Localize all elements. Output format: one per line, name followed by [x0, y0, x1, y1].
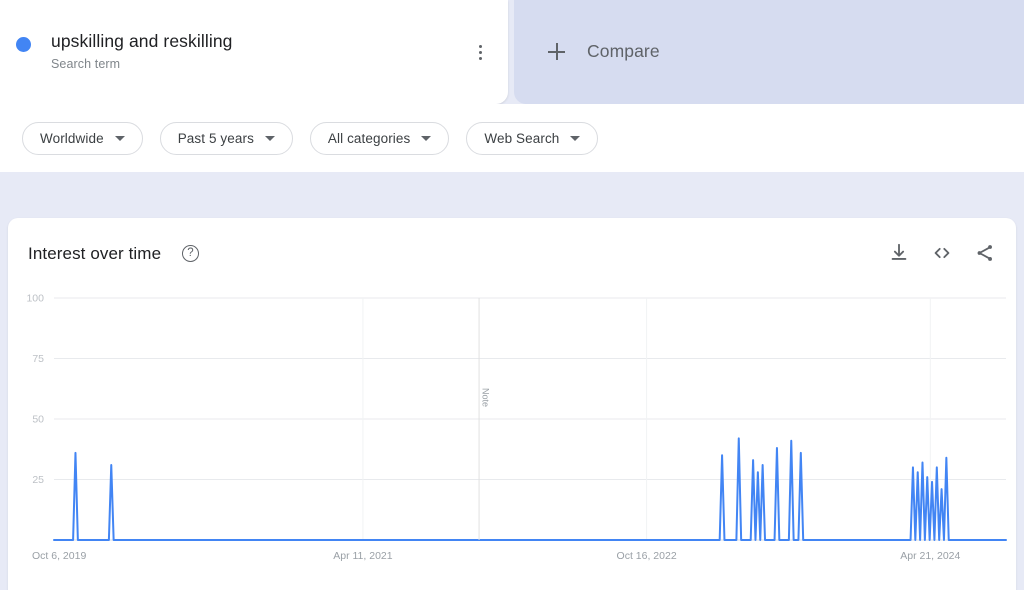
chevron-down-icon	[570, 135, 581, 141]
search-term-card[interactable]: upskilling and reskilling Search term	[0, 0, 508, 104]
chevron-down-icon	[264, 135, 275, 141]
filter-chip-region-label: Worldwide	[40, 130, 104, 146]
help-circle-icon[interactable]: ?	[182, 245, 199, 262]
filter-chip-time-range-label: Past 5 years	[177, 130, 254, 146]
x-axis-tick-label: Oct 6, 2019	[32, 550, 86, 562]
more-vert-icon[interactable]	[470, 40, 490, 64]
search-term-card-inner: upskilling and reskilling Search term	[0, 0, 508, 104]
filter-chip-search-type-label: Web Search	[484, 130, 560, 146]
filter-bar: Worldwide Past 5 years All categories We…	[0, 104, 1024, 172]
filter-chip-search-type[interactable]: Web Search	[466, 121, 599, 155]
filter-chip-region[interactable]: Worldwide	[22, 121, 143, 155]
note-annotation-label[interactable]: Note	[481, 388, 491, 407]
interest-over-time-chart[interactable]: 25 50 75 100 Oct 6, 2019 Apr 11, 2021 Oct 16, …	[8, 292, 1016, 590]
share-icon[interactable]	[974, 242, 996, 264]
chart-toolbar	[888, 242, 996, 264]
y-axis-tick-label: 50	[32, 414, 44, 426]
x-axis-tick-label: Apr 21, 2024	[900, 550, 960, 562]
query-row: upskilling and reskilling Search term Co…	[0, 0, 1024, 104]
compare-button-inner: Compare	[548, 41, 660, 62]
interest-over-time-card: Interest over time ? 25 50 75 100 Oct 6,…	[8, 218, 1016, 590]
search-term-label: upskilling and reskilling	[51, 31, 233, 51]
chart-svg: 25 50 75 100 Oct 6, 2019 Apr 11, 2021 Oct 16, …	[26, 293, 1007, 562]
compare-button[interactable]: Compare	[514, 0, 1024, 104]
download-icon[interactable]	[888, 242, 910, 264]
filter-chip-category-label: All categories	[327, 130, 411, 146]
series-color-dot	[16, 37, 31, 52]
y-axis-tick-label: 75	[32, 353, 44, 365]
y-axis-tick-label: 25	[32, 474, 44, 486]
series-line	[53, 437, 1007, 541]
chart-title: Interest over time	[28, 244, 162, 263]
filter-chip-category[interactable]: All categories	[309, 121, 450, 155]
x-axis-tick-label: Oct 16, 2022	[617, 550, 677, 562]
search-term-type-label: Search term	[51, 57, 121, 71]
y-axis-tick-label: 100	[26, 293, 44, 305]
chevron-down-icon	[421, 135, 432, 141]
x-axis-tick-label: Apr 11, 2021	[333, 550, 393, 562]
chevron-down-icon	[114, 135, 125, 141]
filter-chip-time-range[interactable]: Past 5 years	[159, 121, 293, 155]
chart-header: Interest over time ?	[8, 218, 1016, 292]
compare-label: Compare	[587, 41, 660, 61]
trends-page: upskilling and reskilling Search term Co…	[0, 0, 1024, 590]
embed-code-icon[interactable]	[931, 242, 953, 264]
plus-icon	[548, 43, 565, 60]
